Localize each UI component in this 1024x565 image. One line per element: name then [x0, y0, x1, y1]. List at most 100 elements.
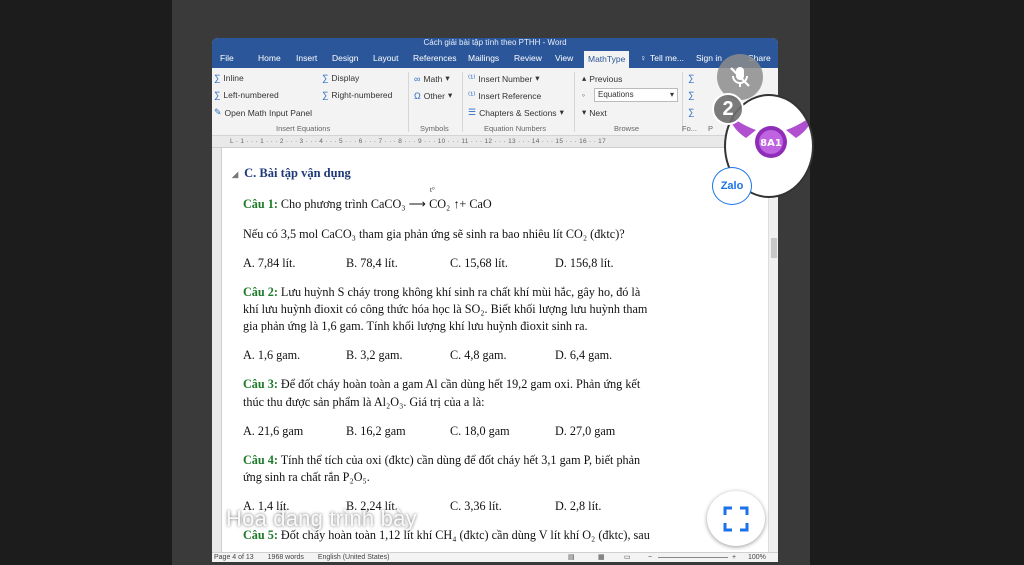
- language-indicator[interactable]: English (United States): [318, 554, 390, 561]
- sigma-icon: ∑: [214, 73, 221, 83]
- chapters-sections-label: Chapters & Sections: [479, 107, 557, 118]
- tab-design[interactable]: Design: [332, 53, 358, 63]
- tab-mathtype[interactable]: MathType: [584, 51, 630, 68]
- format-button[interactable]: ∑: [688, 73, 694, 83]
- omega-icon: Ω: [414, 90, 421, 101]
- question-2-line-1: Câu 2: Lưu huỳnh S cháy trong không khí …: [243, 285, 640, 300]
- browse-type-select[interactable]: Equations ▾: [594, 88, 678, 102]
- group-label-p: P: [708, 124, 714, 133]
- zoom-slider[interactable]: [658, 557, 728, 558]
- participant-count-badge: 2: [712, 93, 744, 125]
- number-icon: ⁽¹⁾: [468, 73, 476, 83]
- next-button[interactable]: ▾ Next: [582, 107, 607, 118]
- question-1-text: Cho phương trình CaCO₃ ⟶ CO₂ ↑+ CaO: [277, 197, 492, 211]
- option-c: C. 4,8 gam.: [450, 348, 507, 362]
- avatar-badge-text: 8A1: [760, 138, 782, 149]
- insert-reference-button[interactable]: ⁽¹⁾ Insert Reference: [468, 90, 541, 101]
- right-numbered-button[interactable]: ∑ Right-numbered: [322, 90, 392, 100]
- option-d: D. 2,8 lít.: [555, 499, 602, 513]
- page-count[interactable]: Page 4 of 13: [214, 554, 254, 561]
- option-a: A. 21,6 gam: [243, 424, 304, 438]
- format-button-2[interactable]: ∑: [688, 90, 694, 100]
- question-2-label: Câu 2:: [243, 285, 278, 299]
- math-label: Math: [423, 73, 443, 84]
- read-mode-icon[interactable]: ▤: [568, 553, 575, 562]
- tell-me-icon[interactable]: ♀: [640, 53, 646, 63]
- question-3-label: Câu 3:: [243, 377, 278, 391]
- fullscreen-button[interactable]: [707, 491, 765, 546]
- math-symbols-dropdown[interactable]: ∞ Math ▾: [414, 73, 450, 84]
- chevron-down-icon: ▾: [535, 73, 540, 83]
- tab-review[interactable]: Review: [514, 53, 542, 63]
- other-symbols-dropdown[interactable]: Ω Other ▾: [414, 90, 452, 101]
- print-layout-icon[interactable]: ▦: [598, 553, 605, 562]
- zoom-out-icon[interactable]: −: [648, 553, 652, 562]
- sigma-format-icon: ∑: [688, 90, 695, 100]
- option-d: D. 27,0 gam: [555, 424, 616, 438]
- zalo-logo[interactable]: Zalo: [712, 167, 752, 205]
- option-c: C. 3,36 lít.: [450, 499, 502, 513]
- display-label: Display: [331, 73, 360, 83]
- sigma-icon: ∑: [214, 90, 221, 100]
- tab-file[interactable]: File: [220, 53, 234, 63]
- reaction-condition: t°: [430, 186, 435, 194]
- sign-in-link[interactable]: Sign in: [696, 53, 722, 63]
- list-icon: ☰: [468, 107, 477, 117]
- presenter-caption: Hoa đang trình bày: [226, 506, 417, 531]
- fullscreen-icon: [723, 506, 749, 531]
- word-count[interactable]: 1968 words: [268, 554, 304, 561]
- collapse-triangle-icon[interactable]: ◢: [232, 170, 238, 179]
- sigma-format-icon: ∑: [688, 73, 695, 83]
- right-background: [810, 0, 1024, 565]
- tab-insert[interactable]: Insert: [296, 53, 317, 63]
- inline-button[interactable]: ∑ Inline: [214, 73, 244, 83]
- section-heading: ◢ C. Bài tập vận dụng: [232, 166, 351, 181]
- arrow-down-icon: ▾: [582, 107, 587, 117]
- tab-layout[interactable]: Layout: [373, 53, 399, 63]
- group-separator: [408, 72, 409, 132]
- vertical-scrollbar[interactable]: [768, 148, 778, 552]
- sigma-icon: ∑: [322, 90, 329, 100]
- tab-mailings[interactable]: Mailings: [468, 53, 499, 63]
- group-separator: [682, 72, 683, 132]
- zoom-level[interactable]: 100%: [748, 553, 766, 562]
- group-separator: [574, 72, 575, 132]
- question-3-line-1: Câu 3: Để đốt cháy hoàn toàn a gam Al cầ…: [243, 377, 640, 392]
- option-c: C. 15,68 lít.: [450, 256, 508, 270]
- infinity-icon: ∞: [414, 73, 421, 84]
- next-label: Next: [589, 107, 607, 118]
- mathtype-ribbon: ∑ Inline ∑ Display ∑ Left-numbered ∑ Right-n…: [212, 68, 778, 136]
- group-separator: [462, 72, 463, 132]
- open-math-input-panel-button[interactable]: ✎ Open Math Input Panel: [214, 107, 312, 118]
- tab-references[interactable]: References: [413, 53, 456, 63]
- reference-icon: ⁽¹⁾: [468, 90, 476, 100]
- left-numbered-button[interactable]: ∑ Left-numbered: [214, 90, 279, 100]
- tab-view[interactable]: View: [555, 53, 573, 63]
- previous-button[interactable]: ▴ Previous: [582, 73, 622, 84]
- option-c: C. 18,0 gam: [450, 424, 510, 438]
- option-b: B. 3,2 gam.: [346, 348, 403, 362]
- web-layout-icon[interactable]: ▭: [624, 553, 631, 562]
- option-d: D. 156,8 lít.: [555, 256, 614, 270]
- chevron-down-icon: ▾: [669, 90, 674, 99]
- question-4-label: Câu 4:: [243, 453, 278, 467]
- group-label-symbols: Symbols: [420, 124, 449, 133]
- insert-number-dropdown[interactable]: ⁽¹⁾ Insert Number ▾: [468, 73, 540, 84]
- chevron-down-icon: ▾: [559, 107, 564, 117]
- question-4-text: Tính thể tích của oxi (đktc) cần dùng để…: [277, 453, 641, 467]
- group-label-format: Fo...: [682, 124, 698, 133]
- chevron-down-icon: ▾: [448, 90, 453, 100]
- pen-icon: ✎: [214, 107, 222, 117]
- tab-home[interactable]: Home: [258, 53, 281, 63]
- display-button[interactable]: ∑ Display: [322, 73, 359, 83]
- insert-number-label: Insert Number: [478, 73, 533, 84]
- right-numbered-label: Right-numbered: [331, 90, 393, 100]
- left-background: [0, 0, 172, 565]
- zoom-in-icon[interactable]: +: [732, 553, 736, 562]
- option-d: D. 6,4 gam.: [555, 348, 613, 362]
- chapters-sections-dropdown[interactable]: ☰ Chapters & Sections ▾: [468, 107, 564, 118]
- tab-tell-me[interactable]: Tell me...: [650, 53, 684, 63]
- scrollbar-thumb[interactable]: [771, 238, 777, 258]
- format-button-3[interactable]: ∑: [688, 107, 694, 117]
- question-3-text: Để đốt cháy hoàn toàn a gam Al cần dùng …: [277, 377, 641, 391]
